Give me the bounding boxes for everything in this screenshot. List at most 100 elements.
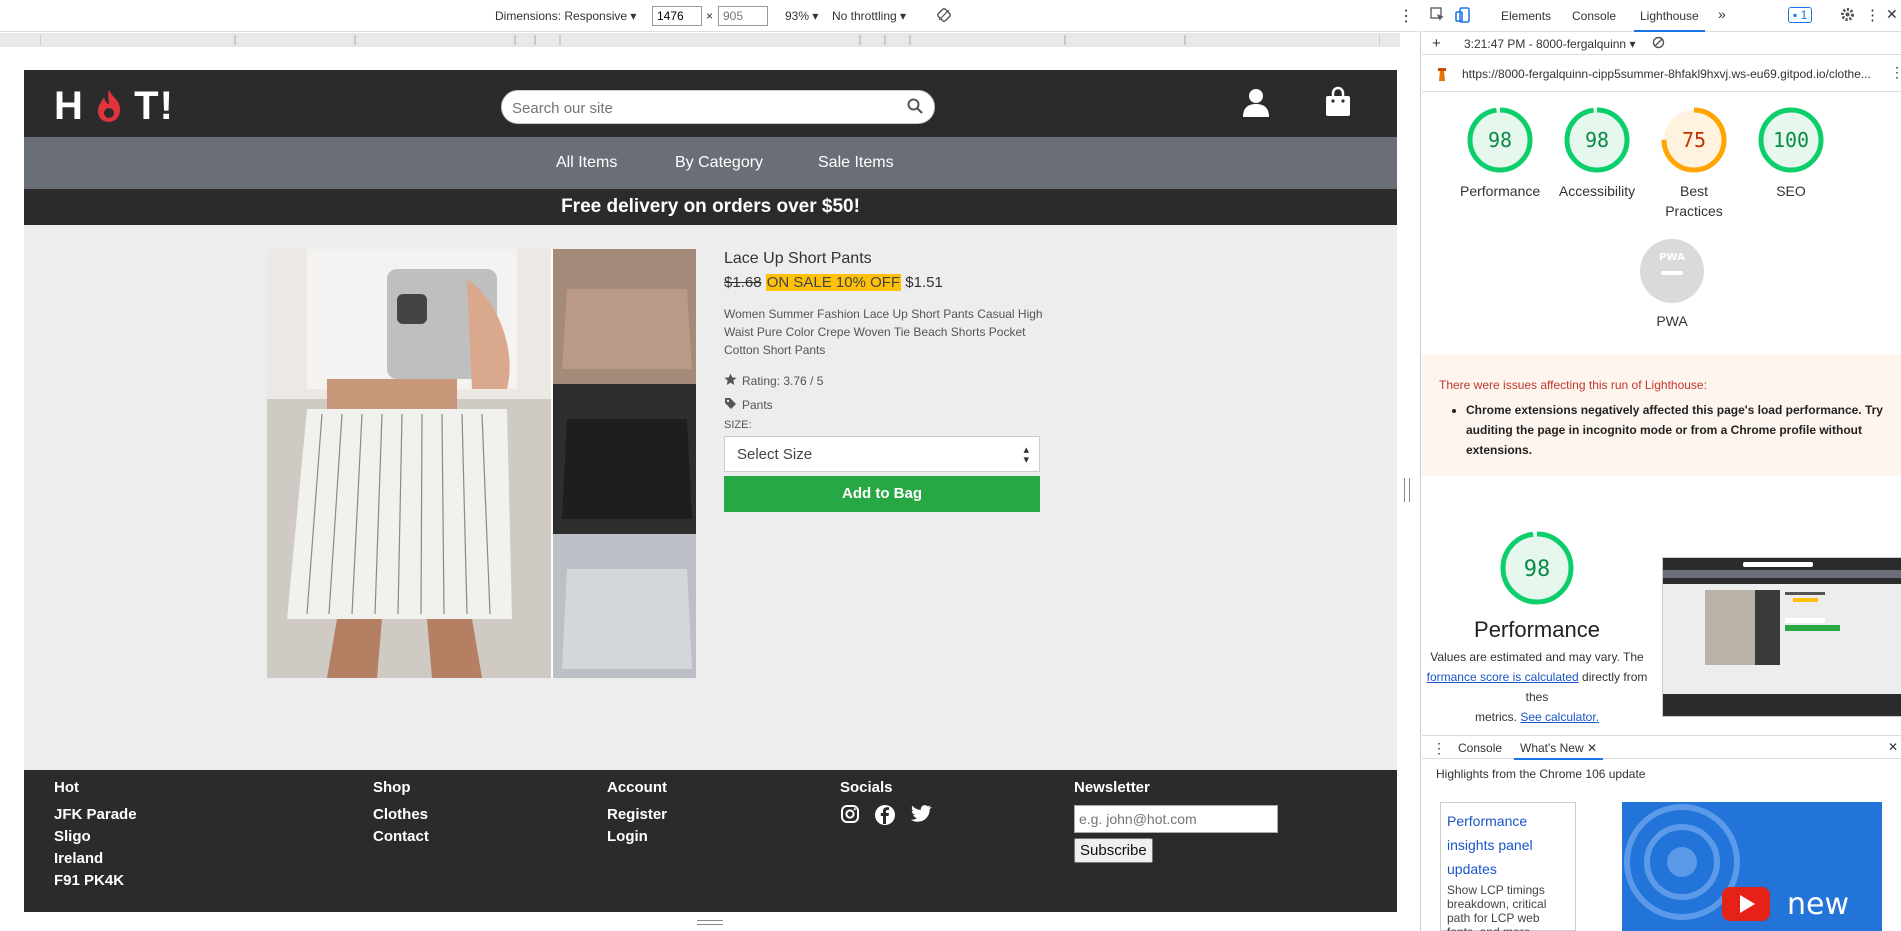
throttling-dropdown[interactable]: No throttling ▾ [832,9,906,23]
search-icon[interactable] [906,97,926,117]
gauge-pwa[interactable]: PWA PWA [1632,238,1712,331]
nav-by-category[interactable]: By Category [675,154,763,172]
note-text: metrics. [1474,710,1517,724]
tab-lighthouse[interactable]: Lighthouse [1634,0,1705,32]
dimensions-label: Dimensions: Responsive [495,9,628,23]
add-to-bag-button[interactable]: Add to Bag [724,476,1040,512]
product-rating: Rating: 3.76 / 5 [724,373,1044,389]
subscribe-button[interactable]: Subscribe [1074,838,1153,863]
search-input[interactable] [512,98,882,118]
width-input[interactable] [652,6,702,26]
clear-reports-icon[interactable] [1652,36,1665,52]
devtools-tabbar: Elements Console Lighthouse » ▪ 1 ⋮ ✕ [1422,0,1901,32]
zoom-dropdown[interactable]: 93% ▾ [785,9,818,23]
gauge-label: Performance [1460,183,1541,199]
gauge-label: SEO [1776,183,1806,199]
size-select-value: Select Size [737,446,813,463]
user-account-icon[interactable] [1242,88,1270,123]
drawer-tab-whats-new[interactable]: What's New ✕ [1514,736,1604,760]
nav-sale-items[interactable]: Sale Items [818,154,894,172]
select-arrows-icon: ▴ ▾ [1023,444,1029,466]
nav-all-items[interactable]: All Items [556,154,617,172]
customize-menu-icon[interactable]: ⋮ [1865,6,1880,24]
gauge-performance[interactable]: 98 Performance [1460,106,1540,201]
video-caption: new [1787,887,1849,922]
feature-title[interactable]: Performance insights panel updates [1447,809,1569,881]
instagram-icon[interactable] [840,804,860,831]
category-text: Pants [742,398,773,412]
device-toggle-icon[interactable] [1455,7,1470,26]
product-image [267,249,696,678]
gauge-best-practices[interactable]: 75 Best Practices [1654,106,1734,221]
message-icon: ▪ [1793,8,1798,22]
close-drawer-icon[interactable]: ✕ [1888,740,1898,754]
close-tab-icon[interactable]: ✕ [1587,741,1597,755]
issues-badge[interactable]: ▪ 1 [1788,7,1813,23]
gauge-ring: 98 [1564,107,1630,173]
facebook-icon[interactable] [874,804,896,831]
performance-score: 98 [1524,557,1551,582]
video-thumbnail[interactable]: new [1622,802,1882,931]
report-selector[interactable]: 3:21:47 PM - 8000-fergalquinn ▾ [1464,37,1635,51]
rotate-icon[interactable] [936,7,952,26]
site-logo[interactable]: H T! [54,84,174,129]
add-report-icon[interactable]: + [1432,35,1441,52]
footer-link-contact[interactable]: Contact [373,826,429,848]
flame-icon [84,84,134,128]
footer-link-register[interactable]: Register [607,804,667,826]
footer-heading-hot: Hot [54,779,79,796]
settings-gear-icon[interactable] [1840,7,1855,25]
shopping-bag-icon[interactable] [1324,86,1352,123]
main-nav: All Items By Category Sale Items [24,137,1397,189]
lighthouse-warnings: There were issues affecting this run of … [1422,354,1901,476]
gauge-accessibility[interactable]: 98 Accessibility [1557,106,1637,201]
tab-console[interactable]: Console [1572,9,1616,23]
size-select[interactable]: Select Size ▴ ▾ [724,436,1040,472]
drawer-tab-console[interactable]: Console [1458,741,1502,755]
footer-heading-account: Account [607,779,667,796]
report-time: 3:21:47 PM - 8000-fergalquinn [1464,37,1627,51]
site-footer: Hot JFK Parade Sligo Ireland F91 PK4K Sh… [24,770,1397,912]
height-input[interactable] [718,6,768,26]
footer-link-login[interactable]: Login [607,826,667,848]
drawer-menu-icon[interactable]: ⋮ [1432,740,1446,757]
dimensions-dropdown[interactable]: Dimensions: Responsive ▾ [495,9,636,23]
gauge-ring: 98 [1467,107,1533,173]
note-text: Values are estimated and may vary. The [1430,650,1644,664]
footer-link-clothes[interactable]: Clothes [373,804,429,826]
final-screenshot-thumbnail [1662,557,1901,717]
footer-heading-socials: Socials [840,779,893,796]
new-price: $1.51 [905,274,943,291]
lighthouse-icon [1436,66,1448,85]
twitter-icon[interactable] [910,804,932,831]
lighthouse-toolbar: + 3:21:47 PM - 8000-fergalquinn ▾ [1422,33,1901,55]
tab-elements[interactable]: Elements [1501,9,1551,23]
close-devtools-icon[interactable]: ✕ [1886,6,1898,23]
footer-col-socials: Socials [840,779,932,831]
product-title: Lace Up Short Pants [724,250,872,267]
device-emulation-area: Dimensions: Responsive ▾ × 93% ▾ No thro… [0,0,1421,931]
score-calculated-link[interactable]: formance score is calculated [1427,670,1579,684]
search-bar [501,90,935,124]
tag-icon [724,397,737,413]
report-menu-icon[interactable]: ⋮ [1890,64,1901,81]
resize-handle-bottom[interactable] [697,920,723,925]
more-options-icon[interactable]: ⋮ [1398,6,1414,26]
product-category[interactable]: Pants [724,397,1044,413]
performance-gauge[interactable]: 98 [1499,530,1575,606]
gauge-label: Accessibility [1558,183,1636,199]
newsletter-email-input[interactable] [1074,805,1278,833]
see-calculator-link[interactable]: See calculator. [1520,710,1599,724]
star-icon [724,373,737,389]
pwa-badge-icon: PWA [1640,239,1704,303]
gauge-ring: 100 [1758,107,1824,173]
resize-handle-right[interactable] [1404,478,1410,502]
inspect-element-icon[interactable] [1430,7,1445,25]
warnings-title: There were issues affecting this run of … [1439,378,1707,392]
gauge-seo[interactable]: 100 SEO [1751,106,1831,201]
footer-heading-shop: Shop [373,779,411,796]
more-tabs-icon[interactable]: » [1718,6,1726,22]
site-header: H T! [24,70,1397,137]
feature-card[interactable]: Performance insights panel updates Show … [1440,802,1576,931]
size-label: SIZE: [724,419,752,431]
